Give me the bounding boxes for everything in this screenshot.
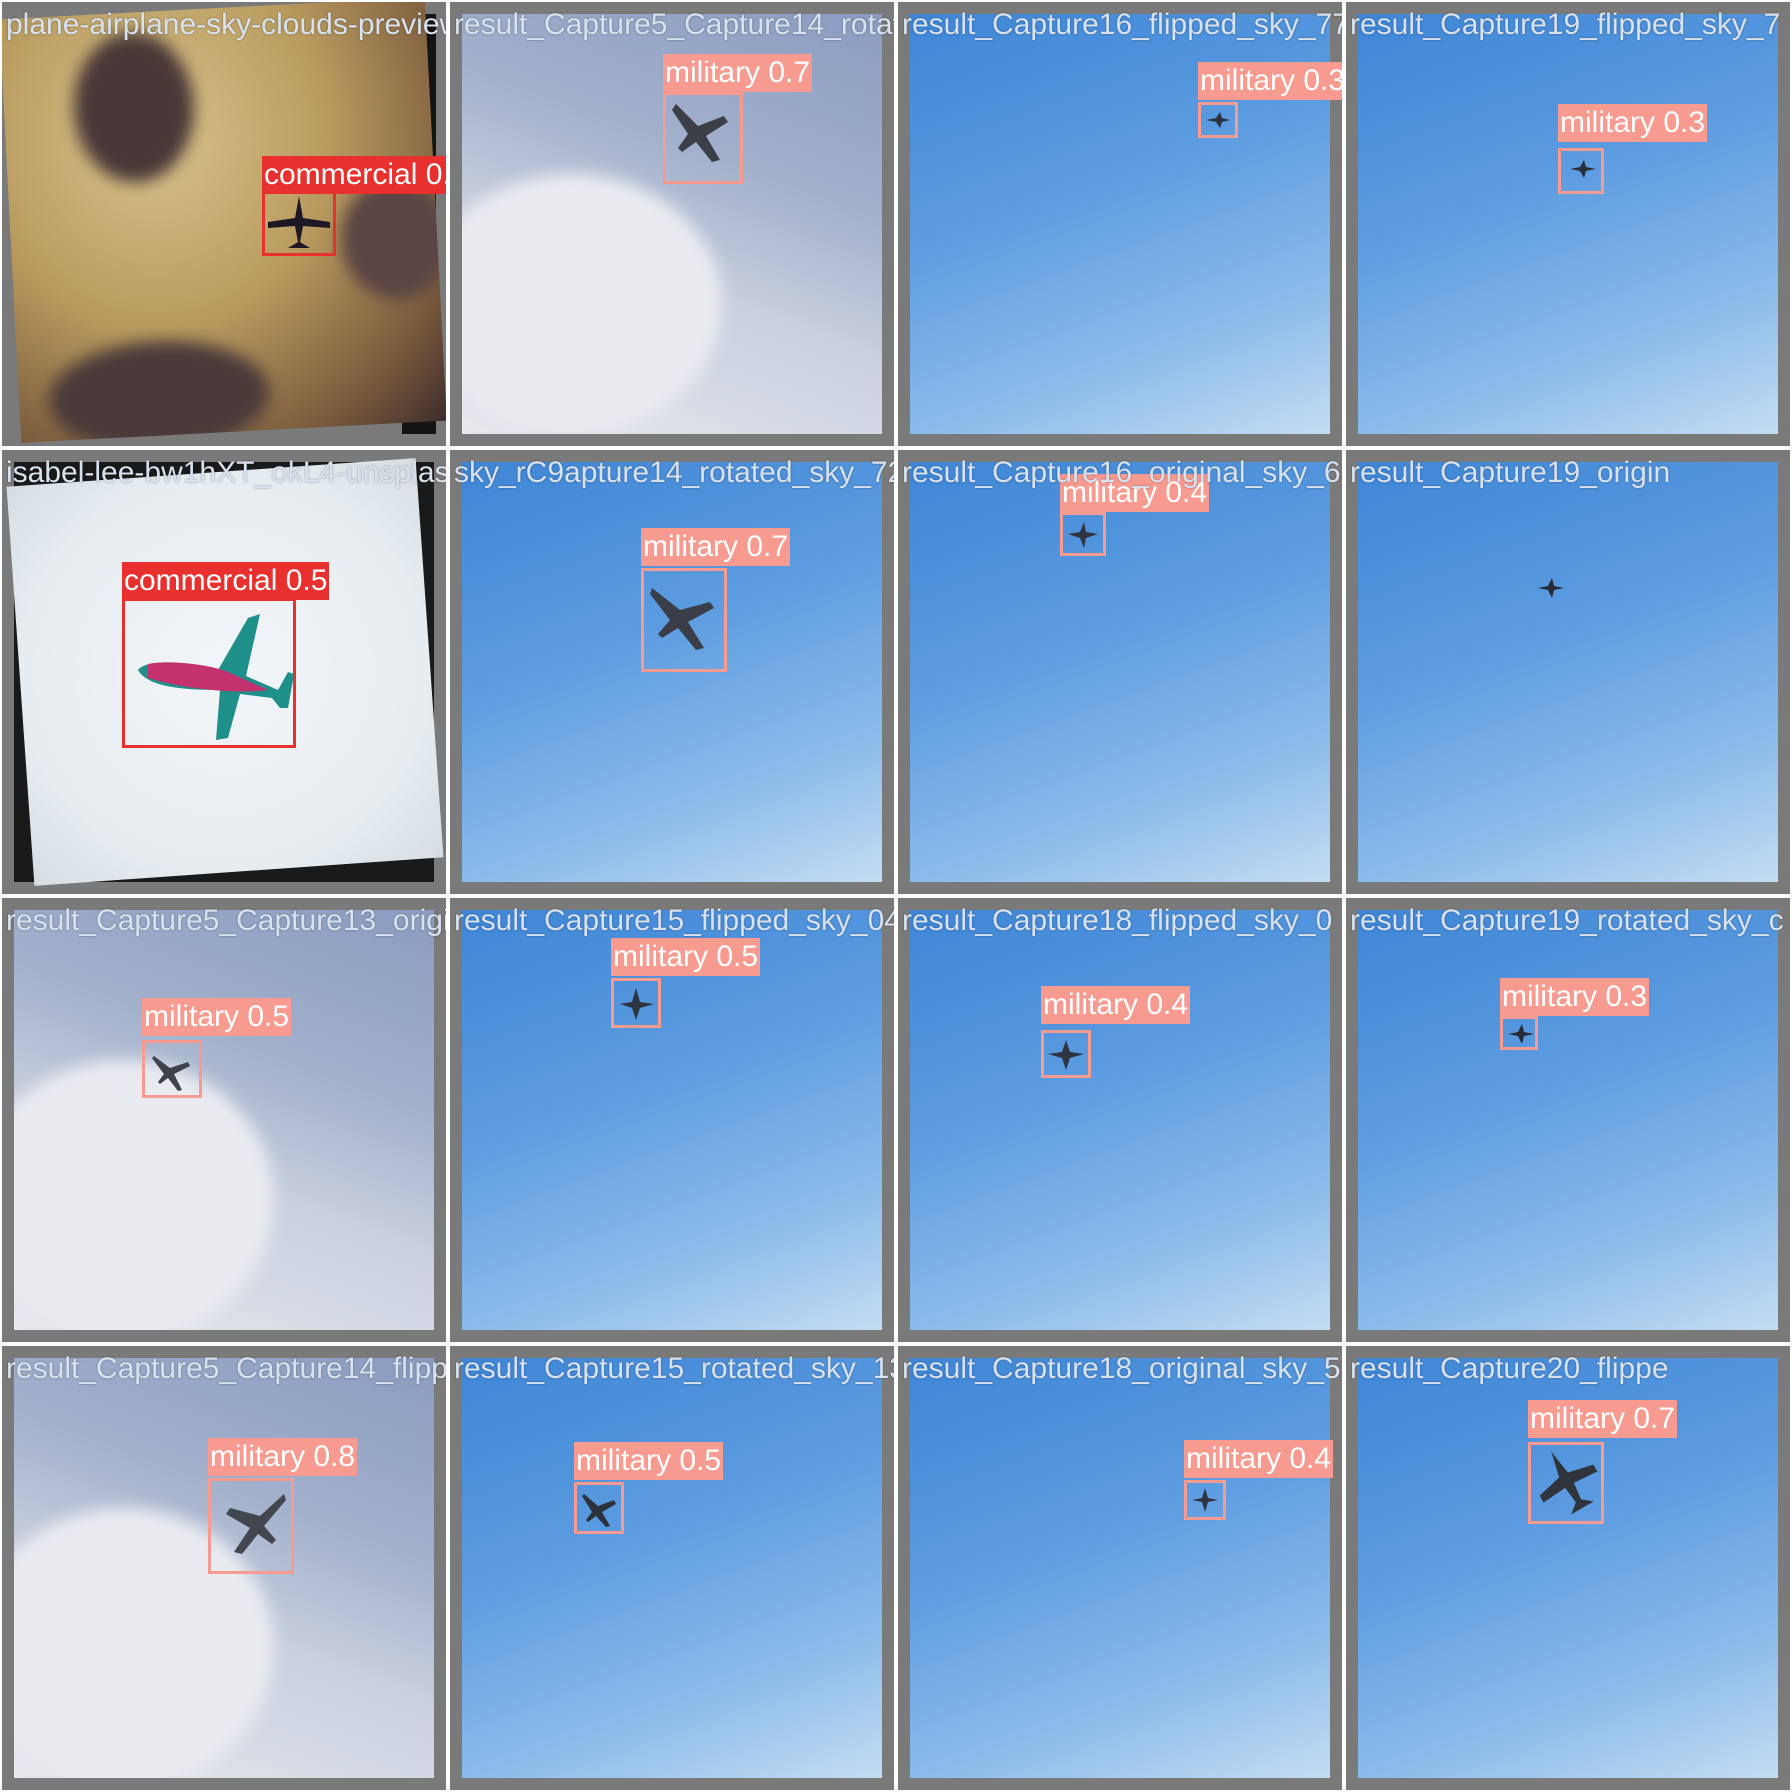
detection-box bbox=[641, 568, 727, 672]
tile-caption: plane-airplane-sky-clouds-preview.jpg bbox=[6, 8, 446, 41]
tile-caption: result_Capture5_Capture14_flipped_sky_c bbox=[6, 1352, 448, 1385]
tile-14: military 0.5 result_Capture15_rotated_sk… bbox=[448, 1344, 896, 1792]
detection-label: military 0.7 bbox=[641, 528, 791, 566]
tile-9: military 0.5 result_Capture5_Capture13_o… bbox=[0, 896, 448, 1344]
tile-caption: result_Capture19_origin bbox=[1350, 456, 1671, 489]
tile-10: military 0.5 result_Capture15_flipped_sk… bbox=[448, 896, 896, 1344]
tile-12: military 0.3 result_Capture19_rotated_sk… bbox=[1344, 896, 1792, 1344]
tile-caption: result_Capture18_original_sky_52 bbox=[902, 1352, 1344, 1385]
tile-8: result_Capture19_origin bbox=[1344, 448, 1792, 896]
detection-box bbox=[122, 598, 296, 748]
detection-box bbox=[262, 190, 336, 256]
detection-label: commercial 0.5 bbox=[122, 562, 330, 600]
tile-caption: result_Capture5_Capture13_original_sky_c bbox=[6, 904, 446, 937]
detection-label: military 0.7 bbox=[663, 54, 813, 92]
tile-caption: result_Capture16_original_sky_68 bbox=[902, 456, 1344, 489]
tile-image bbox=[1358, 462, 1778, 882]
detection-label: military 0.3 bbox=[1198, 62, 1342, 100]
detection-label: military 0.5 bbox=[611, 938, 761, 976]
detection-label: military 0.4 bbox=[1041, 986, 1191, 1024]
tile-caption: sky_rC9apture14_rotated_sky_728 bbox=[454, 456, 896, 489]
detection-box bbox=[1528, 1442, 1604, 1524]
tile-4: military 0.3 result_Capture19_flipped_sk… bbox=[1344, 0, 1792, 448]
tile-image bbox=[910, 1358, 1330, 1778]
detection-box bbox=[1184, 1480, 1226, 1520]
detection-label: military 0.3 bbox=[1500, 978, 1650, 1016]
detection-label: military 0.5 bbox=[142, 998, 292, 1036]
tile-13: military 0.8 result_Capture5_Capture14_f… bbox=[0, 1344, 448, 1792]
detection-label: military 0.7 bbox=[1528, 1400, 1678, 1438]
tile-caption: result_Capture20_flippe bbox=[1350, 1352, 1669, 1385]
tile-image bbox=[1358, 14, 1778, 434]
tile-7: military 0.4 result_Capture16_original_s… bbox=[896, 448, 1344, 896]
tile-caption: result_Capture15_rotated_sky_130 bbox=[454, 1352, 896, 1385]
tile-caption: result_Capture16_flipped_sky_77 bbox=[902, 8, 1344, 41]
cloud-shape bbox=[462, 174, 722, 434]
cloud-shape bbox=[70, 29, 198, 186]
detection-box bbox=[208, 1478, 294, 1574]
detection-box bbox=[1198, 102, 1238, 138]
detection-label: military 0.5 bbox=[574, 1442, 724, 1480]
cloud-shape bbox=[46, 335, 272, 443]
tile-1: commercial 0.7 plane-airplane-sky-clouds… bbox=[0, 0, 448, 448]
detection-label: military 0.8 bbox=[208, 1438, 358, 1476]
detection-box bbox=[611, 978, 661, 1028]
tile-image bbox=[910, 462, 1330, 882]
tile-image bbox=[462, 462, 882, 882]
tile-caption: result_Capture5_Capture14_rotated_sky_c bbox=[454, 8, 894, 41]
detection-label: military 0.3 bbox=[1558, 104, 1708, 142]
tile-caption: result_Capture15_flipped_sky_043 bbox=[454, 904, 896, 937]
tile-caption: result_Capture18_flipped_sky_0 bbox=[902, 904, 1333, 937]
tile-caption: result_Capture19_rotated_sky_c bbox=[1350, 904, 1784, 937]
tile-caption: result_Capture19_flipped_sky_7 bbox=[1350, 8, 1781, 41]
cloud-shape bbox=[14, 1060, 274, 1330]
tile-11: military 0.4 result_Capture18_flipped_sk… bbox=[896, 896, 1344, 1344]
detection-box bbox=[574, 1482, 624, 1534]
image-mosaic: commercial 0.7 plane-airplane-sky-clouds… bbox=[0, 0, 1792, 1792]
detection-box bbox=[1060, 512, 1106, 556]
tile-image bbox=[14, 910, 434, 1330]
tile-image bbox=[910, 910, 1330, 1330]
tile-5: commercial 0.5 isabel-lee-bw1hXT_okL4-un… bbox=[0, 448, 448, 896]
detection-label: commercial 0.7 bbox=[262, 156, 446, 194]
jet-icon bbox=[1538, 578, 1564, 598]
tile-15: military 0.4 result_Capture18_original_s… bbox=[896, 1344, 1344, 1792]
tile-2: military 0.7 result_Capture5_Capture14_r… bbox=[448, 0, 896, 448]
tile-image bbox=[2, 2, 446, 443]
tile-caption: isabel-lee-bw1hXT_okL4-unsplash.jpg bbox=[6, 456, 448, 489]
detection-box bbox=[1558, 148, 1604, 194]
tile-16: military 0.7 result_Capture20_flippe bbox=[1344, 1344, 1792, 1792]
detection-label: military 0.4 bbox=[1184, 1440, 1334, 1478]
tile-6: military 0.7 sky_rC9apture14_rotated_sky… bbox=[448, 448, 896, 896]
detection-box bbox=[1041, 1030, 1091, 1078]
tile-3: military 0.3 result_Capture16_flipped_sk… bbox=[896, 0, 1344, 448]
tile-image bbox=[462, 1358, 882, 1778]
detection-box bbox=[142, 1040, 202, 1098]
cloud-shape bbox=[338, 176, 446, 302]
tile-image bbox=[1358, 910, 1778, 1330]
detection-box bbox=[1500, 1016, 1538, 1050]
detection-box bbox=[663, 92, 743, 184]
